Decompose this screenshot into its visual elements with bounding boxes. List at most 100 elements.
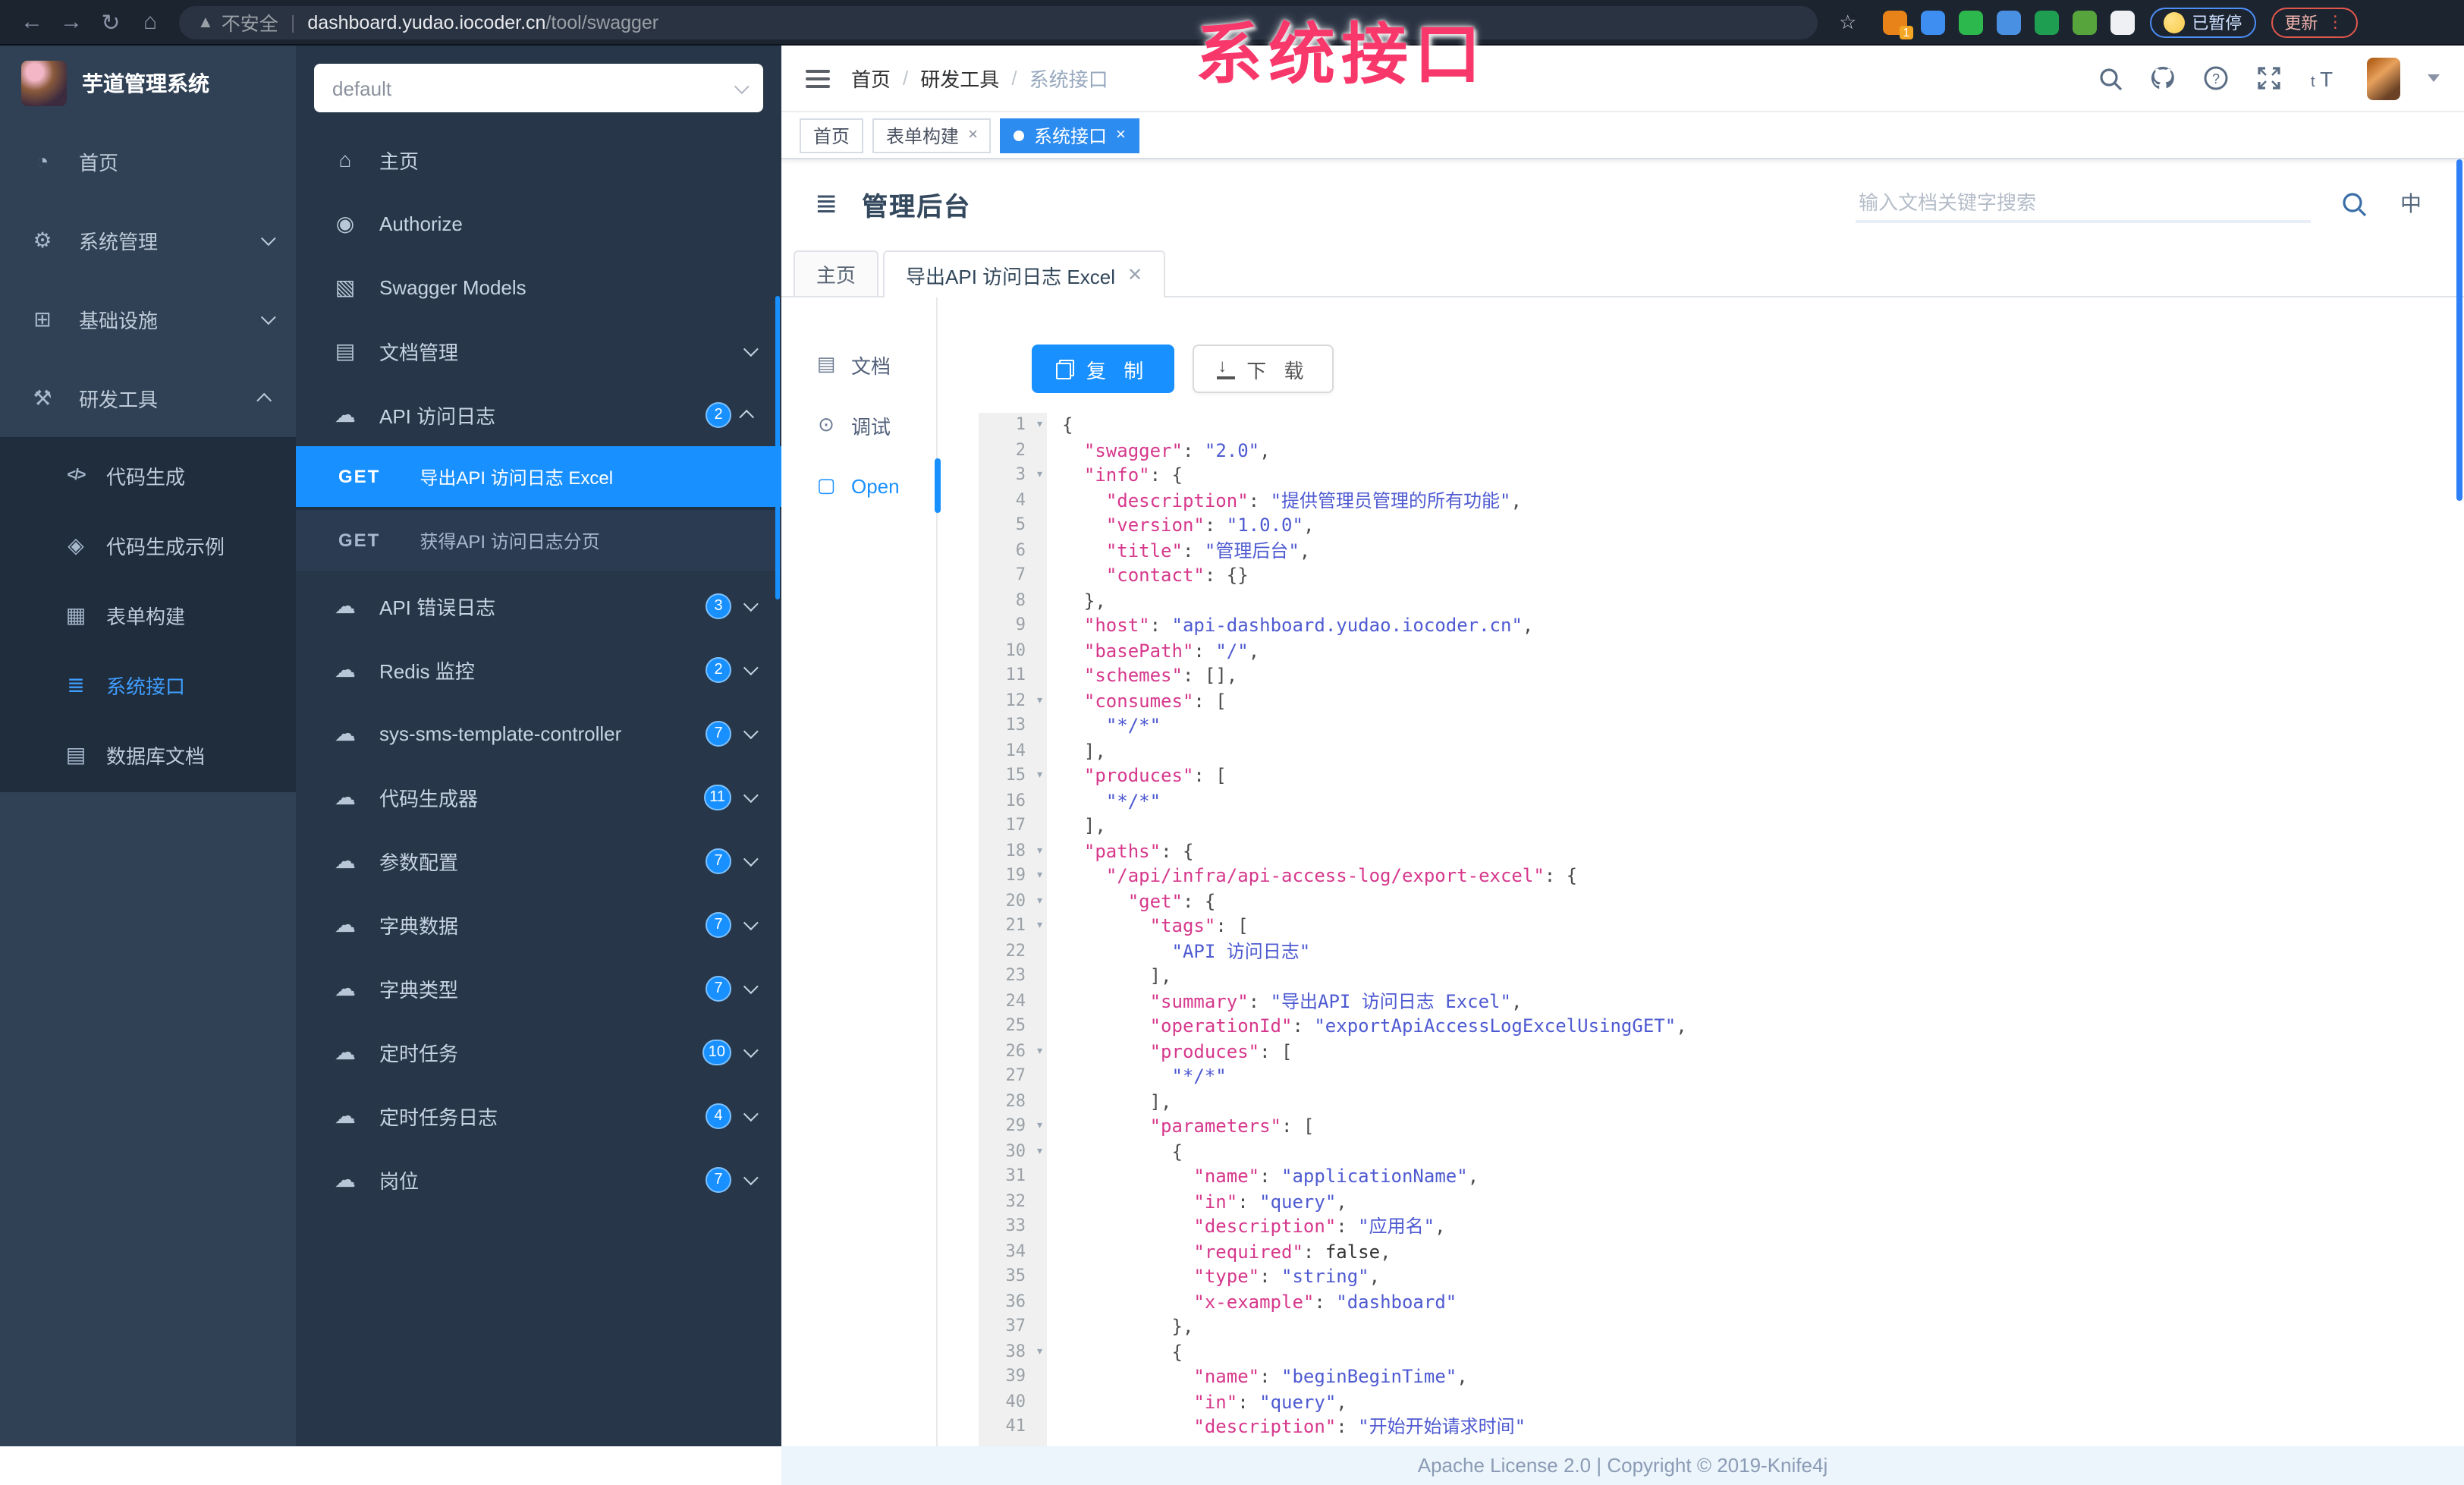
sidebar-scrollbar[interactable] — [775, 296, 780, 599]
view-tag-2[interactable]: 系统接口 × — [1000, 118, 1139, 153]
update-button[interactable]: 更新 ⋮ — [2271, 7, 2358, 37]
extension-blue-pin[interactable] — [1920, 10, 1945, 34]
sidebar-item-3[interactable]: ⚒ 研发工具 — [0, 358, 296, 437]
sidebar-item-label: 研发工具 — [79, 388, 159, 411]
fold-icon[interactable]: ▾ — [1036, 914, 1044, 939]
extension-green-translate[interactable] — [2034, 10, 2059, 34]
reload-icon[interactable]: ↻ — [91, 8, 130, 36]
swagger-item-6[interactable]: ☁ Redis 监控 2 — [296, 637, 781, 701]
doc-search-input[interactable] — [1856, 184, 2311, 222]
sidebar-item-0[interactable]: ◔ 首页 — [0, 121, 296, 200]
swagger-item-9[interactable]: ☁ 参数配置 7 — [296, 829, 781, 892]
download-button[interactable]: ↓ 下 载 — [1192, 345, 1334, 393]
breadcrumb-item[interactable]: 研发工具 — [920, 64, 999, 93]
fullscreen-icon[interactable] — [2256, 65, 2282, 91]
doc-tab-1[interactable]: 导出API 访问日志 Excel ✕ — [883, 250, 1166, 297]
paused-extension-button[interactable]: 已暂停 — [2149, 7, 2256, 37]
fold-icon[interactable]: ▾ — [1036, 1139, 1044, 1164]
swagger-item-10[interactable]: ☁ 字典数据 7 — [296, 892, 781, 956]
user-avatar[interactable] — [2367, 57, 2400, 99]
sidebar-subitem-4[interactable]: ▤ 数据库文档 — [0, 719, 296, 789]
fold-icon[interactable]: ▾ — [1036, 763, 1044, 788]
sidebar-subitem-label: 代码生成 — [106, 465, 186, 488]
doc-nav-文档[interactable]: ▤ 文档 — [781, 334, 936, 395]
breadcrumb-item[interactable]: 首页 — [851, 64, 891, 93]
fold-icon[interactable]: ▾ — [1036, 838, 1044, 864]
count-badge: 2 — [706, 656, 731, 682]
doc-nav-调试[interactable]: ⊙ 调试 — [781, 395, 936, 455]
fold-icon[interactable]: ▾ — [1036, 688, 1044, 713]
forward-icon[interactable]: → — [52, 9, 91, 35]
swagger-item-14[interactable]: ☁ 岗位 7 — [296, 1147, 781, 1211]
extension-blue-grid[interactable] — [1996, 10, 2021, 34]
address-bar[interactable]: ▲ 不安全 | dashboard.yudao.iocoder.cn /tool… — [179, 5, 1818, 39]
page-scrollbar[interactable] — [2456, 159, 2462, 501]
fold-icon[interactable]: ▾ — [1036, 413, 1044, 438]
chevron-down-icon — [743, 1042, 759, 1058]
help-icon[interactable]: ? — [2203, 65, 2229, 91]
endpoint-row-1[interactable]: GET 获得API 访问日志分页 — [296, 510, 781, 571]
security-label[interactable]: 不安全 — [222, 8, 278, 36]
font-size-icon[interactable]: tT — [2309, 66, 2340, 90]
swagger-item-3[interactable]: ▤ 文档管理 — [296, 319, 781, 382]
chevron-down-icon — [743, 723, 759, 739]
json-editor[interactable]: 1 ▾ 2 3 ▾ 4 5 6 7 8 9 10 11 12 ▾ 13 14 15 ▾ 16 17 18 ▾ 19 ▾ 20 ▾ 21… — [979, 413, 2464, 1446]
github-icon[interactable] — [2150, 65, 2176, 91]
sidebar-subitem-3[interactable]: ≣ 系统接口 — [0, 650, 296, 719]
close-icon[interactable]: ✕ — [1127, 264, 1142, 285]
copy-button[interactable]: 复 制 — [1032, 345, 1174, 393]
sidebar-subitem-2[interactable]: ▦ 表单构建 — [0, 580, 296, 650]
kebab-menu-icon[interactable]: ⋮ — [2327, 12, 2343, 32]
extension-green-shield[interactable] — [1958, 10, 1983, 34]
sidebar-subitem-0[interactable]: </> 代码生成 — [0, 440, 296, 510]
app-logo-row[interactable]: 芋道管理系统 — [0, 46, 296, 121]
editor-code[interactable]: { "swagger": "2.0", "info": { "descripti… — [1047, 413, 2464, 1446]
browser-home-icon[interactable]: ⌂ — [130, 9, 170, 35]
swagger-item-1[interactable]: ◉ Authorize — [296, 191, 781, 255]
fold-icon[interactable]: ▾ — [1036, 889, 1044, 914]
back-icon[interactable]: ← — [12, 9, 52, 35]
fold-icon[interactable]: ▾ — [1036, 463, 1044, 488]
doc-search-icon[interactable] — [2341, 190, 2367, 216]
language-icon[interactable]: 中 — [2400, 188, 2422, 219]
swagger-item-label: Swagger Models — [379, 275, 526, 298]
fold-icon[interactable]: ▾ — [1036, 1339, 1044, 1364]
fold-icon[interactable]: ▾ — [1036, 864, 1044, 889]
sidebar-item-1[interactable]: ⚙ 系统管理 — [0, 200, 296, 279]
extension-orange[interactable]: 1 — [1882, 10, 1913, 39]
sidebar-subitem-1[interactable]: ◈ 代码生成示例 — [0, 510, 296, 580]
doc-tab-0[interactable]: 主页 — [794, 250, 879, 296]
bottom-spacer — [0, 1446, 781, 1485]
view-tag-1[interactable]: 表单构建 × — [872, 118, 992, 153]
api-group-select[interactable]: default — [314, 64, 763, 112]
close-icon[interactable]: × — [1116, 126, 1126, 144]
swagger-item-8[interactable]: ☁ 代码生成器 11 — [296, 765, 781, 829]
breadcrumb-item[interactable]: 系统接口 — [1029, 64, 1108, 93]
line-number: 38 ▾ — [979, 1339, 1047, 1364]
avatar-caret-icon[interactable] — [2428, 74, 2440, 82]
view-tag-0[interactable]: 首页 — [800, 118, 864, 153]
doc-nav-Open[interactable]: ▢ Open — [781, 455, 941, 516]
doc-area: 复 制 ↓ 下 载 1 ▾ 2 3 ▾ 4 5 6 7 8 9 10 11 12 ▾ 13 14 15 ▾ 16 17 1… — [938, 297, 2464, 1446]
swagger-endpoints: GET 导出API 访问日志 Excel GET 获得API 访问日志分页 — [296, 446, 781, 571]
extension-white-paw[interactable] — [2110, 10, 2135, 34]
fold-icon[interactable]: ▾ — [1036, 1039, 1044, 1064]
swagger-item-12[interactable]: ☁ 定时任务 10 — [296, 1020, 781, 1084]
swagger-item-5[interactable]: ☁ API 错误日志 3 — [296, 574, 781, 637]
close-icon[interactable]: × — [968, 126, 978, 144]
swagger-item-2[interactable]: ▧ Swagger Models — [296, 255, 781, 319]
endpoint-row-0[interactable]: GET 导出API 访问日志 Excel — [296, 446, 781, 507]
collapse-menu-icon[interactable]: ≣ — [815, 187, 838, 219]
swagger-item-0[interactable]: ⌂ 主页 — [296, 127, 781, 191]
count-badge: 3 — [706, 593, 731, 618]
swagger-item-4[interactable]: ☁ API 访问日志 2 — [296, 382, 781, 446]
search-icon[interactable] — [2098, 66, 2123, 90]
swagger-item-13[interactable]: ☁ 定时任务日志 4 — [296, 1084, 781, 1147]
swagger-item-11[interactable]: ☁ 字典类型 7 — [296, 956, 781, 1020]
hamburger-icon[interactable] — [806, 69, 830, 87]
sidebar-item-2[interactable]: ⊞ 基础设施 — [0, 279, 296, 358]
extension-green-leaf[interactable] — [2072, 10, 2097, 34]
bookmark-star-icon[interactable]: ☆ — [1839, 10, 1856, 34]
swagger-item-7[interactable]: ☁ sys-sms-template-controller 7 — [296, 701, 781, 765]
fold-icon[interactable]: ▾ — [1036, 1114, 1044, 1139]
